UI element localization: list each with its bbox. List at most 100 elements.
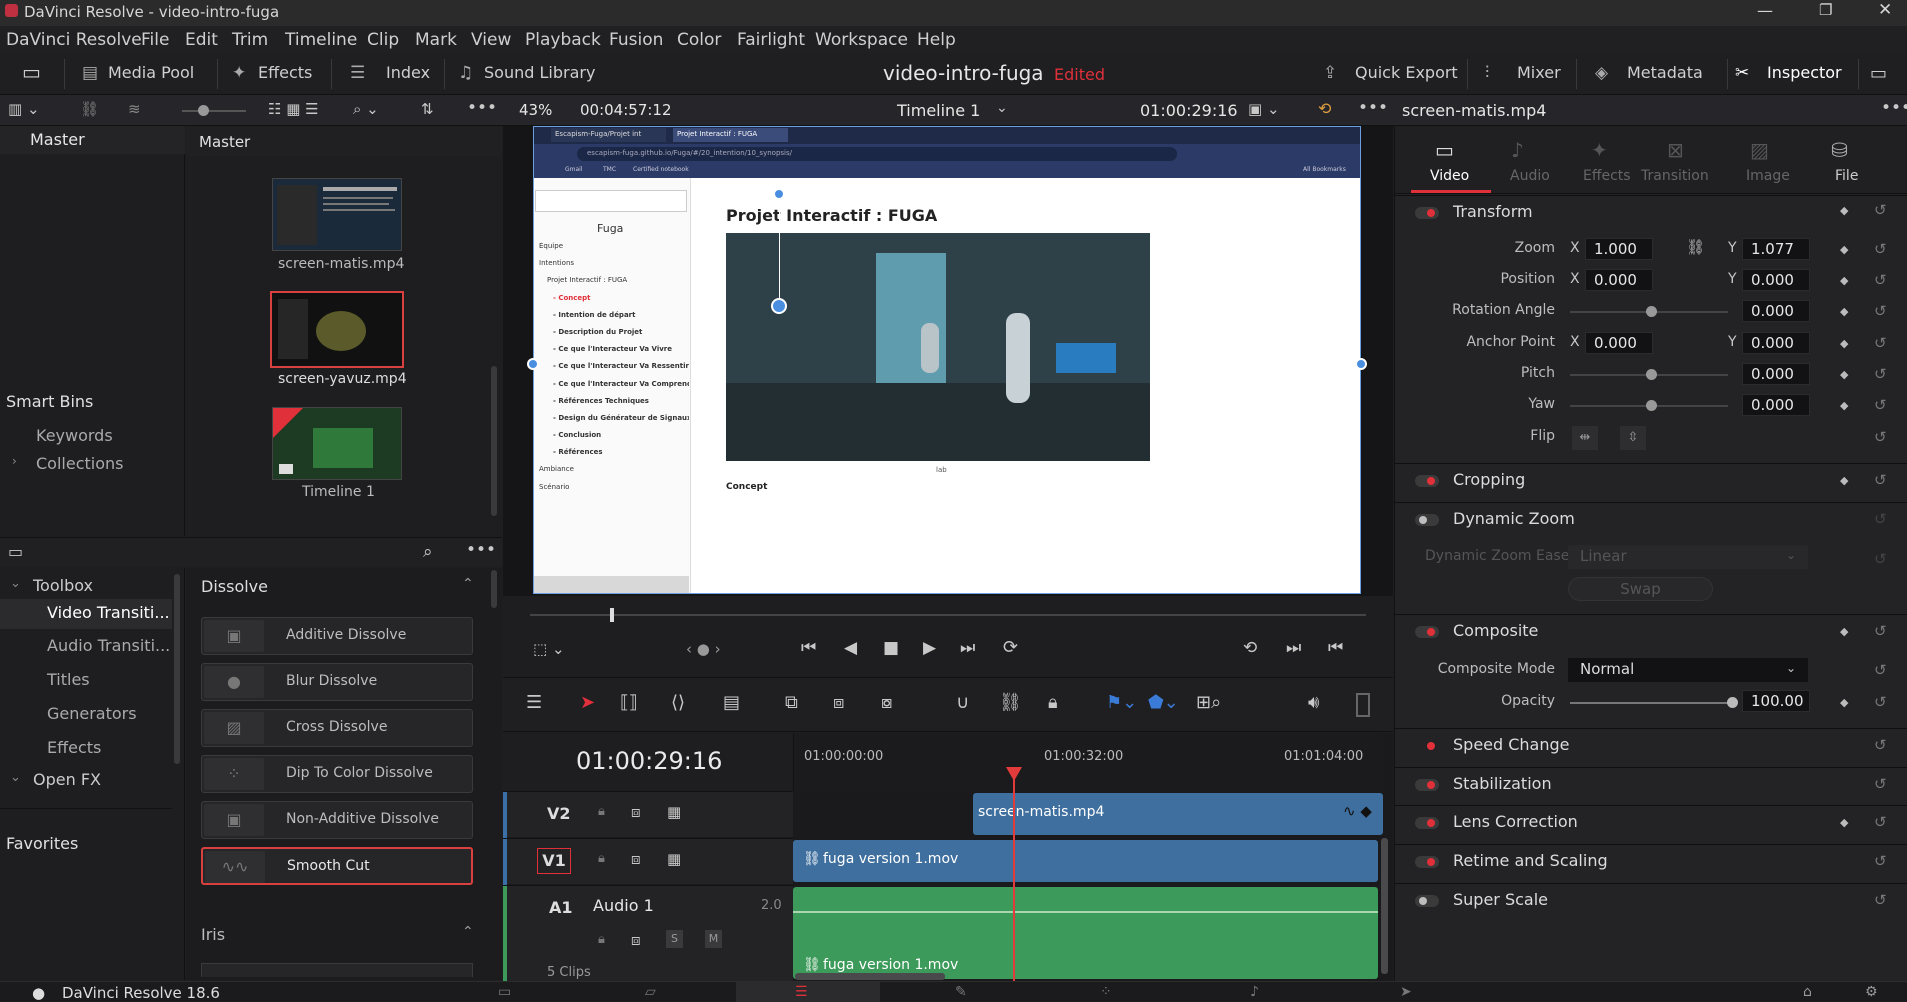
menu-trim[interactable]: Trim (232, 30, 268, 50)
close-icon[interactable]: ✕ (1878, 0, 1892, 20)
master-bin[interactable]: Master (30, 130, 85, 149)
thumb-size-slider[interactable] (182, 110, 246, 112)
docs-nav-item[interactable]: - Références Techniques (539, 397, 689, 414)
reset-icon[interactable]: ↺ (1874, 271, 1887, 289)
color-page-icon[interactable]: ⁘ (1100, 984, 1112, 1000)
keyframe-icon[interactable]: ◆ (1840, 474, 1848, 487)
minimize-icon[interactable]: — (1757, 1, 1773, 20)
zoom-y-field[interactable]: 1.077 (1742, 238, 1810, 260)
playhead[interactable] (1013, 777, 1015, 981)
clip-fuga-version-1[interactable]: ⛓ fuga version 1.mov (793, 840, 1378, 882)
reset-icon[interactable]: ↺ (1874, 334, 1887, 352)
position-x-field[interactable]: 0.000 (1585, 269, 1653, 291)
marker-icon[interactable]: ⬟⌄ (1148, 692, 1179, 713)
position-y-field[interactable]: 0.000 (1742, 269, 1810, 291)
viewer-zoom[interactable]: 43% (519, 101, 552, 119)
anchor-x-field[interactable]: 0.000 (1585, 332, 1653, 354)
pitch-knob[interactable] (1646, 369, 1657, 380)
opacity-field[interactable]: 100.00 (1742, 690, 1810, 712)
tree-item-generators[interactable]: Generators (47, 704, 137, 723)
transform-mode-icon[interactable]: ⬚ ⌄ (533, 640, 565, 658)
all-bookmarks[interactable]: All Bookmarks (1303, 166, 1346, 173)
transition-non-additive-dissolve[interactable]: ▣ Non-Additive Dissolve (201, 801, 473, 839)
super-scale-section-header[interactable]: Super Scale (1395, 883, 1907, 917)
thumb-size-knob[interactable] (198, 105, 209, 116)
clip-thumbnail[interactable] (272, 178, 402, 251)
docs-nav-item[interactable]: Intentions (539, 259, 689, 276)
list-scrollbar[interactable] (491, 570, 497, 608)
zoom-timeline-icon[interactable]: ⊞⌕ (1196, 692, 1221, 713)
viewer-more-icon[interactable]: ••• (1358, 98, 1388, 118)
browser-tab[interactable]: Escapism-Fuga/Projet int (551, 128, 666, 142)
transition-dip-to-color[interactable]: ⁘ Dip To Color Dissolve (201, 755, 473, 793)
linked-selection-icon[interactable]: ⛓ (999, 692, 1022, 713)
opacity-knob[interactable] (1727, 697, 1738, 708)
reset-icon[interactable]: ↺ (1874, 302, 1887, 320)
docs-nav-item[interactable]: - Références (539, 448, 689, 465)
auto-select-icon[interactable]: ⧈ (631, 931, 641, 949)
reset-icon[interactable]: ↺ (1874, 891, 1887, 909)
reset-icon[interactable]: ↺ (1874, 471, 1887, 489)
timeline-view-icon[interactable]: ☰ (526, 692, 542, 713)
keyframe-icon[interactable]: ◆ (1840, 368, 1848, 381)
playhead-marker[interactable] (1006, 767, 1022, 781)
docs-nav-item[interactable]: - Ce que l'Interacteur Va Vivre (539, 345, 689, 362)
collapse-icon[interactable]: ⌃ (462, 576, 474, 592)
reset-icon[interactable]: ↺ (1874, 365, 1887, 383)
menu-help[interactable]: Help (917, 30, 956, 50)
scrub-playhead[interactable] (610, 608, 614, 622)
anchor-y-field[interactable]: 0.000 (1742, 332, 1810, 354)
solo-button[interactable]: S (666, 930, 683, 948)
tree-item-effects[interactable]: Effects (47, 738, 101, 757)
docs-nav-item[interactable]: - Conclusion (539, 431, 689, 448)
tab-transition[interactable]: Transition (1641, 168, 1709, 184)
mixer-button[interactable]: ⫶ Mixer (1485, 63, 1561, 83)
open-fx-item[interactable]: Open FX (33, 770, 101, 789)
retime-toggle[interactable] (1415, 856, 1439, 868)
snapping-icon[interactable]: ∪ (956, 692, 969, 713)
menu-fairlight[interactable]: Fairlight (737, 30, 805, 50)
transition-cross-dissolve[interactable]: ▨ Cross Dissolve (201, 709, 473, 747)
menu-edit[interactable]: Edit (185, 30, 218, 50)
clip-nav-icon[interactable]: ‹ ● › (686, 640, 721, 658)
composite-toggle[interactable] (1415, 626, 1439, 638)
favorites-heading[interactable]: Favorites (6, 834, 78, 853)
reset-icon[interactable]: ↺ (1874, 240, 1887, 258)
clip-screen-matis[interactable]: screen-matis.mp4 ∿ ◆ (973, 793, 1383, 835)
transform-section-header[interactable]: Transform (1395, 195, 1907, 229)
reset-icon[interactable]: ↺ (1874, 852, 1887, 870)
collections-bin[interactable]: Collections (36, 454, 123, 473)
timeline-vscrollbar[interactable] (1381, 838, 1388, 974)
tab-video[interactable]: Video (1430, 168, 1469, 184)
clip-thumbnail-selected[interactable] (270, 291, 404, 368)
lock-icon[interactable]: 🔒︎ (598, 851, 605, 866)
keywords-bin[interactable]: Keywords (36, 426, 113, 445)
chevron-down-icon[interactable]: ⌄ (996, 100, 1008, 116)
audio-clip-fuga-version-1[interactable]: ⛓ fuga version 1.mov (793, 887, 1378, 979)
link-icon[interactable]: ⛓ (80, 100, 99, 118)
clip-name[interactable]: Timeline 1 (302, 484, 375, 500)
audio-meter-icon[interactable] (1356, 693, 1370, 717)
reset-icon[interactable]: ↺ (1874, 550, 1887, 568)
effects-button[interactable]: ✦ Effects (232, 63, 312, 83)
blade-tool-icon[interactable]: ▤ (723, 692, 740, 713)
keyframe-icon[interactable]: ◆ (1840, 204, 1848, 217)
bookmark-certified[interactable]: Certified notebook (633, 166, 689, 173)
browser-tab-active[interactable]: Projet Interactif : FUGA (673, 128, 788, 142)
stabilization-toggle[interactable] (1415, 779, 1439, 791)
replace-clip-icon[interactable]: ⧇ (881, 692, 892, 713)
play-reverse-icon[interactable]: ◀ (844, 638, 857, 658)
docs-nav-item[interactable]: Équipe (539, 242, 689, 259)
next-edit-icon[interactable]: ⏭ (1286, 638, 1301, 658)
transform-handle[interactable] (1355, 358, 1367, 370)
edit-page-icon[interactable]: ☰ (795, 984, 808, 1000)
auto-select-icon[interactable]: ⧈ (631, 803, 641, 821)
media-scrollbar[interactable] (491, 366, 497, 516)
reset-icon[interactable]: ↺ (1874, 201, 1887, 219)
super-scale-toggle[interactable] (1415, 895, 1439, 907)
time-ruler[interactable]: 01:00:00:00 01:00:32:00 01:01:04:00 (793, 733, 1383, 791)
menu-view[interactable]: View (471, 30, 511, 50)
clip-name[interactable]: screen-yavuz.mp4 (278, 371, 407, 387)
docs-nav-item[interactable]: - Description du Projet (539, 328, 689, 345)
tab-effects[interactable]: Effects (1583, 168, 1631, 184)
